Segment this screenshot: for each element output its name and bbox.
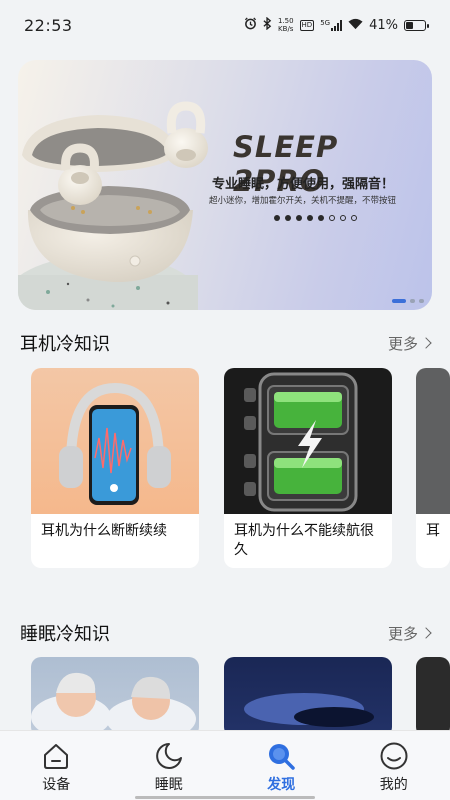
alarm-icon bbox=[244, 17, 257, 33]
profile-icon bbox=[380, 742, 408, 770]
chevron-right-icon bbox=[420, 337, 432, 349]
article-card[interactable]: 耳机为什么不能续航很久 bbox=[224, 368, 392, 568]
nav-device[interactable]: 设备 bbox=[16, 741, 96, 794]
nav-label: 我的 bbox=[379, 777, 408, 793]
card-title: 耳机为什么断断续续 bbox=[41, 523, 167, 539]
card-image bbox=[416, 368, 450, 514]
hd-badge: HD bbox=[299, 19, 315, 31]
card-image-sleeping-couple bbox=[31, 657, 199, 737]
article-card[interactable] bbox=[416, 657, 450, 737]
section-title: 睡眠冷知识 bbox=[20, 624, 110, 645]
home-indicator[interactable] bbox=[135, 796, 315, 799]
device-icon bbox=[44, 744, 69, 769]
battery-percent: 41% bbox=[369, 17, 398, 33]
moon-icon bbox=[155, 743, 182, 769]
wifi-icon bbox=[348, 18, 363, 33]
bottom-navigation: 设备 睡眠 发现 我的 bbox=[0, 730, 450, 800]
nav-sleep[interactable]: 睡眠 bbox=[129, 741, 209, 794]
section-title: 耳机冷知识 bbox=[20, 334, 110, 355]
article-card[interactable] bbox=[224, 657, 392, 737]
nav-discover[interactable]: 发现 bbox=[241, 741, 321, 794]
banner-decoration-dots bbox=[274, 215, 357, 221]
battery-icon bbox=[404, 19, 429, 31]
card-image-headphones bbox=[31, 368, 199, 514]
section-earphone-tips-header: 耳机冷知识 更多 bbox=[20, 330, 432, 356]
status-icons: 1.50 KB/s HD 5G 41% bbox=[244, 16, 429, 33]
carousel-indicator bbox=[392, 299, 424, 303]
more-button[interactable]: 更多 bbox=[388, 623, 432, 644]
nav-label: 发现 bbox=[267, 777, 296, 793]
section-sleep-tips-header: 睡眠冷知识 更多 bbox=[20, 620, 432, 646]
card-title: 耳 bbox=[426, 523, 440, 539]
article-card[interactable] bbox=[31, 657, 199, 737]
bluetooth-icon bbox=[263, 16, 272, 33]
card-image-night-bed bbox=[224, 657, 392, 737]
more-button[interactable]: 更多 bbox=[388, 333, 432, 354]
card-title: 耳机为什么不能续航很久 bbox=[234, 523, 374, 558]
card-image bbox=[416, 657, 450, 737]
network-speed: 1.50 KB/s bbox=[277, 17, 294, 33]
banner-description: 超小迷你，增加霍尔开关，关机不提醒，不带按钮 bbox=[209, 196, 397, 206]
status-time: 22:53 bbox=[24, 15, 73, 35]
cellular-signal-icon: 5G bbox=[320, 19, 343, 31]
nav-label: 睡眠 bbox=[154, 777, 183, 793]
nav-profile[interactable]: 我的 bbox=[354, 741, 434, 794]
nav-label: 设备 bbox=[42, 777, 71, 793]
chevron-right-icon bbox=[420, 627, 432, 639]
banner-subtitle: 专业睡眠，方便使用，强隔音！ bbox=[212, 177, 395, 192]
status-bar: 22:53 1.50 KB/s HD 5G 41% bbox=[0, 0, 450, 50]
card-image-battery bbox=[224, 368, 392, 514]
article-card[interactable]: 耳机为什么断断续续 bbox=[31, 368, 199, 568]
promo-banner[interactable]: SLEEP 2PRO 专业睡眠，方便使用，强隔音！ 超小迷你，增加霍尔开关，关机… bbox=[18, 60, 432, 310]
article-card[interactable]: 耳 bbox=[416, 368, 450, 568]
search-icon bbox=[269, 744, 295, 770]
